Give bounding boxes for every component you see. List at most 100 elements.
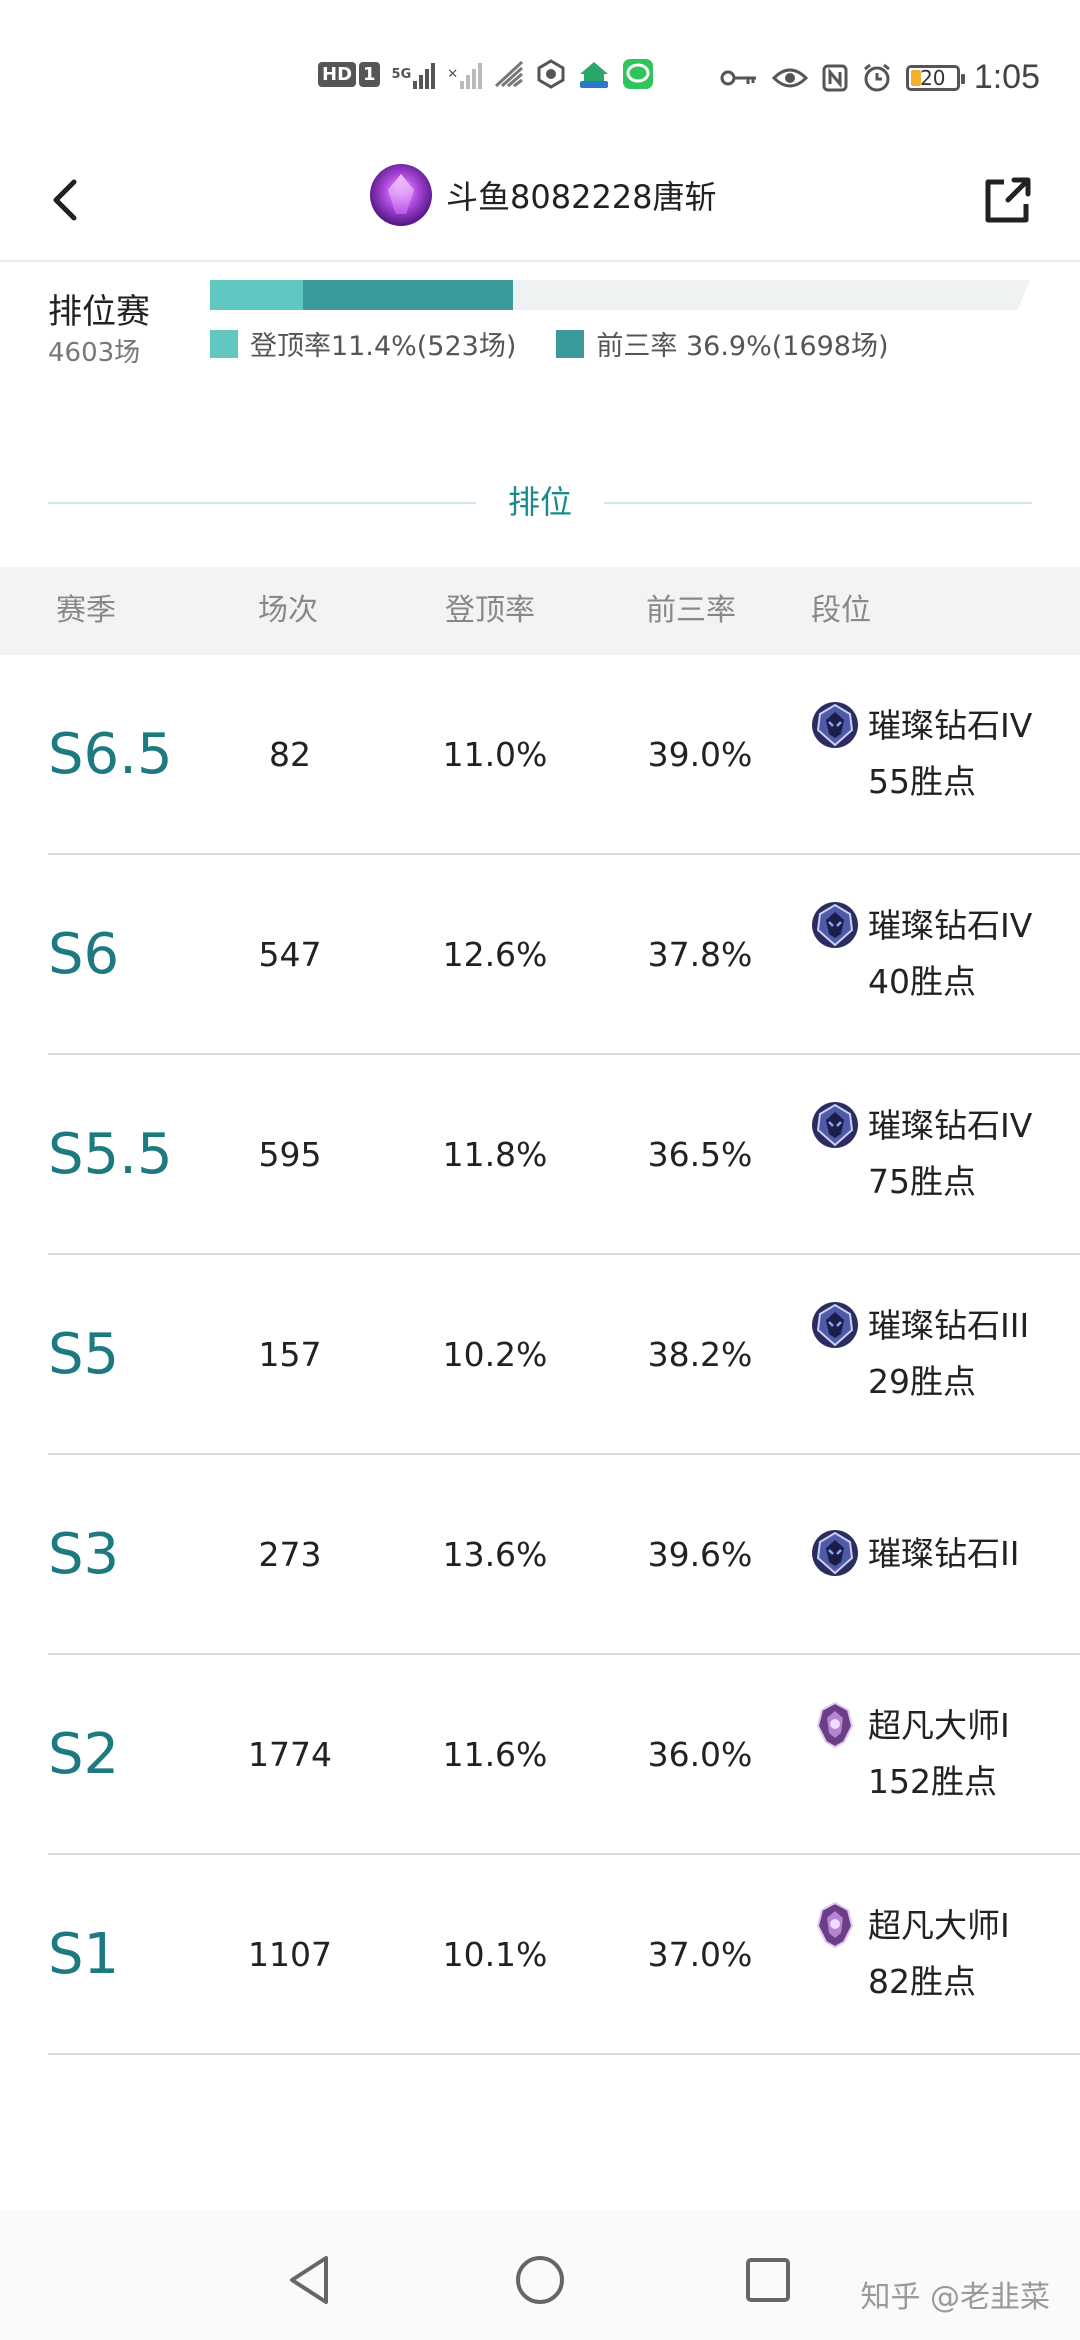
profile-header: 斗鱼8082228唐斩 bbox=[370, 164, 717, 226]
hexagon-app-icon bbox=[536, 59, 566, 89]
games-cell: 157 bbox=[258, 1334, 322, 1374]
top1-rate-cell: 10.1% bbox=[442, 1934, 548, 1974]
hd-icon: HD 1 bbox=[318, 61, 380, 87]
header-rank: 段位 bbox=[811, 593, 871, 628]
diamond-rank-icon bbox=[810, 900, 860, 950]
top3-rate-cell: 38.2% bbox=[647, 1334, 753, 1374]
legend-top3-label: 前三率 36.9%(1698场) bbox=[596, 331, 889, 362]
triangle-back-icon bbox=[290, 2256, 328, 2304]
top1-rate-cell: 12.6% bbox=[442, 934, 548, 974]
rank-name: 超凡大师I bbox=[868, 1706, 1010, 1745]
header-games: 场次 bbox=[258, 593, 318, 628]
games-cell: 547 bbox=[258, 934, 322, 974]
rate-legend: 登顶率11.4%(523场) 前三率 36.9%(1698场) bbox=[210, 324, 889, 363]
legend-top3: 前三率 36.9%(1698场) bbox=[556, 324, 889, 363]
rank-points: 75胜点 bbox=[868, 1162, 976, 1201]
table-row[interactable]: S1 1107 10.1% 37.0% 超凡大师I 82胜点 bbox=[0, 1855, 1080, 2055]
rank-name: 璀璨钻石IV bbox=[868, 906, 1033, 945]
top1-rate-fill bbox=[210, 280, 304, 310]
games-cell: 595 bbox=[258, 1134, 322, 1174]
top1-rate-cell: 11.6% bbox=[442, 1734, 548, 1774]
rank-name: 璀璨钻石IV bbox=[868, 1106, 1033, 1145]
table-row[interactable]: S5.5 595 11.8% 36.5% 璀璨钻石IV 75胜点 bbox=[0, 1055, 1080, 1255]
table-row[interactable]: S6 547 12.6% 37.8% 璀璨钻石IV 40胜点 bbox=[0, 855, 1080, 1055]
games-cell: 82 bbox=[269, 734, 311, 774]
watermark: 知乎 @老韭菜 bbox=[860, 2280, 1050, 2315]
nav-home-button[interactable] bbox=[510, 2250, 570, 2310]
circle-home-icon bbox=[516, 2256, 564, 2304]
top1-rate-cell: 13.6% bbox=[442, 1534, 548, 1574]
table-row[interactable]: S6.5 82 11.0% 39.0% 璀璨钻石IV 55胜点 bbox=[0, 655, 1080, 855]
legend-swatch-top1 bbox=[210, 329, 238, 358]
legend-top1-label: 登顶率11.4%(523场) bbox=[250, 331, 517, 362]
diamond-rank-icon bbox=[810, 1100, 860, 1150]
total-games: 4603场 bbox=[48, 338, 141, 368]
top1-rate-cell: 11.0% bbox=[442, 734, 548, 774]
signal-empty-icon: ✕ bbox=[447, 59, 483, 89]
rank-cell: 璀璨钻石II bbox=[810, 1455, 1070, 1653]
header-top3: 前三率 bbox=[646, 593, 736, 628]
table-row[interactable]: S3 273 13.6% 39.6% 璀璨钻石II bbox=[0, 1455, 1080, 1655]
table-row[interactable]: S2 1774 11.6% 36.0% 超凡大师I 152胜点 bbox=[0, 1655, 1080, 1855]
section-divider: 排位 bbox=[48, 480, 1032, 524]
rank-cell: 璀璨钻石III 29胜点 bbox=[810, 1255, 1070, 1453]
rank-name: 璀璨钻石II bbox=[868, 1534, 1020, 1573]
header-top1: 登顶率 bbox=[445, 593, 535, 628]
legend-top1: 登顶率11.4%(523场) bbox=[210, 324, 516, 363]
rank-cell: 璀璨钻石IV 75胜点 bbox=[810, 1055, 1070, 1253]
top3-rate-cell: 39.0% bbox=[647, 734, 753, 774]
key-icon bbox=[720, 68, 758, 88]
rank-name: 璀璨钻石IV bbox=[868, 706, 1033, 745]
games-cell: 273 bbox=[258, 1534, 322, 1574]
page-title: 斗鱼8082228唐斩 bbox=[446, 178, 717, 216]
nav-recents-button[interactable] bbox=[738, 2250, 798, 2310]
season-cell: S6 bbox=[48, 921, 120, 987]
signal-5g-icon: 5G bbox=[392, 59, 436, 89]
rank-points: 82胜点 bbox=[868, 1962, 976, 2001]
diamond-rank-icon bbox=[810, 700, 860, 750]
season-table: S6.5 82 11.0% 39.0% 璀璨钻石IV 55胜点 S6 547 1… bbox=[0, 655, 1080, 2055]
share-button[interactable] bbox=[978, 170, 1038, 230]
season-cell: S5 bbox=[48, 1321, 120, 1387]
legend-swatch-top3 bbox=[556, 329, 585, 358]
top3-rate-cell: 37.8% bbox=[647, 934, 753, 974]
master-rank-icon bbox=[810, 1900, 860, 1950]
season-cell: S2 bbox=[48, 1721, 120, 1787]
season-cell: S3 bbox=[48, 1521, 120, 1587]
season-cell: S5.5 bbox=[48, 1121, 173, 1187]
rank-points: 29胜点 bbox=[868, 1362, 976, 1401]
back-button[interactable] bbox=[40, 170, 100, 230]
square-recents-icon bbox=[746, 2258, 790, 2302]
games-cell: 1774 bbox=[248, 1734, 332, 1774]
alarm-icon bbox=[862, 63, 892, 93]
header-season: 赛季 bbox=[56, 593, 116, 628]
chat-app-icon bbox=[622, 58, 654, 90]
rank-name: 超凡大师I bbox=[868, 1906, 1010, 1945]
rank-cell: 超凡大师I 82胜点 bbox=[810, 1855, 1070, 2053]
games-cell: 1107 bbox=[248, 1934, 332, 1974]
battery-icon: 20 bbox=[905, 64, 965, 91]
share-icon bbox=[985, 177, 1031, 223]
rank-points: 40胜点 bbox=[868, 962, 976, 1001]
top3-rate-cell: 39.6% bbox=[647, 1534, 753, 1574]
nav-back-button[interactable] bbox=[280, 2250, 340, 2310]
rank-cell: 璀璨钻石IV 55胜点 bbox=[810, 655, 1070, 853]
mode-label: 排位赛 bbox=[48, 292, 150, 332]
table-header: 赛季 场次 登顶率 前三率 段位 bbox=[0, 567, 1080, 655]
rank-cell: 超凡大师I 152胜点 bbox=[810, 1655, 1070, 1853]
season-cell: S1 bbox=[48, 1921, 120, 1987]
top-navigation: 斗鱼8082228唐斩 bbox=[0, 150, 1080, 262]
top1-rate-cell: 10.2% bbox=[442, 1334, 548, 1374]
top1-rate-cell: 11.8% bbox=[442, 1134, 548, 1174]
eye-icon bbox=[771, 66, 808, 90]
rank-points: 152胜点 bbox=[868, 1762, 997, 1801]
rank-points: 55胜点 bbox=[868, 762, 976, 801]
top3-rate-cell: 36.5% bbox=[647, 1134, 753, 1174]
rate-progress-bar bbox=[210, 280, 1030, 310]
ranked-summary: 排位赛 4603场 登顶率11.4%(523场) 前三率 36.9%(1698场… bbox=[0, 262, 1080, 402]
master-rank-icon bbox=[810, 1700, 860, 1750]
status-bar: HD 1 5G ✕ 20 1:05 bbox=[0, 0, 1080, 150]
table-row[interactable]: S5 157 10.2% 38.2% 璀璨钻石III 29胜点 bbox=[0, 1255, 1080, 1455]
avatar[interactable] bbox=[370, 164, 432, 226]
home-app-icon bbox=[578, 59, 610, 89]
